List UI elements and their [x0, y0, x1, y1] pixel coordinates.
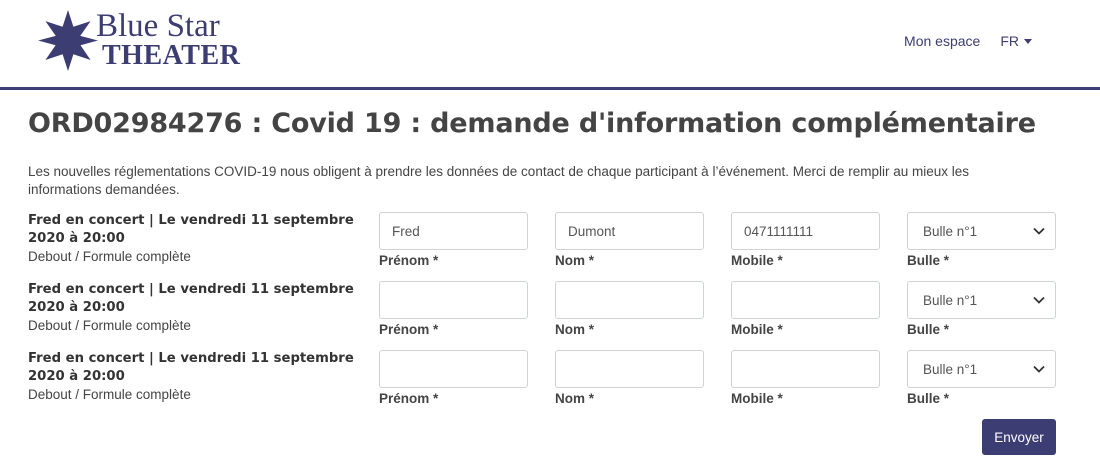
last-name-group: Nom *	[555, 212, 704, 269]
last-name-input[interactable]	[555, 350, 704, 388]
event-info: Fred en concert | Le vendredi 11 septemb…	[28, 281, 358, 335]
participant-row: Fred en concert | Le vendredi 11 septemb…	[0, 350, 1100, 420]
bubble-label: Bulle *	[907, 322, 950, 337]
bubble-select[interactable]: Bulle n°1	[907, 350, 1056, 388]
language-dropdown[interactable]: FR	[1000, 33, 1032, 49]
mobile-group: Mobile *	[731, 350, 880, 407]
last-name-input[interactable]	[555, 212, 704, 250]
site-header: Blue Star THEATER Mon espace FR	[0, 0, 1100, 90]
participant-row: Fred en concert | Le vendredi 11 septemb…	[0, 281, 1100, 351]
mobile-group: Mobile *	[731, 212, 880, 269]
bubble-select[interactable]: Bulle n°1	[907, 281, 1056, 319]
event-formula: Debout / Formule complète	[28, 249, 191, 264]
language-label: FR	[1000, 33, 1019, 49]
event-info: Fred en concert | Le vendredi 11 septemb…	[28, 212, 358, 266]
intro-text: Les nouvelles réglementations COVID-19 n…	[28, 164, 970, 197]
last-name-label: Nom *	[555, 391, 595, 406]
bubble-selected-value: Bulle n°1	[923, 292, 978, 308]
blue-star-theater-logo[interactable]: Blue Star THEATER	[38, 8, 253, 76]
first-name-label: Prénom *	[379, 391, 439, 406]
mobile-label: Mobile *	[731, 391, 783, 406]
chevron-down-icon	[1033, 365, 1045, 373]
mobile-input[interactable]	[731, 212, 880, 250]
chevron-down-icon	[1033, 227, 1045, 235]
last-name-group: Nom *	[555, 350, 704, 407]
bubble-label: Bulle *	[907, 391, 950, 406]
event-info: Fred en concert | Le vendredi 11 septemb…	[28, 350, 358, 404]
top-nav: Mon espace FR	[904, 33, 1032, 49]
my-space-link[interactable]: Mon espace	[904, 33, 980, 49]
chevron-down-icon	[1033, 296, 1045, 304]
mobile-label: Mobile *	[731, 322, 783, 337]
first-name-label: Prénom *	[379, 253, 439, 268]
bubble-label: Bulle *	[907, 253, 950, 268]
last-name-group: Nom *	[555, 281, 704, 338]
first-name-input[interactable]	[379, 350, 528, 388]
bubble-selected-value: Bulle n°1	[923, 361, 978, 377]
page-title: ORD02984276 : Covid 19 : demande d'infor…	[28, 108, 1036, 139]
first-name-group: Prénom *	[379, 281, 528, 338]
event-name: Fred en concert | Le vendredi 11 septemb…	[28, 282, 354, 315]
last-name-input[interactable]	[555, 281, 704, 319]
bubble-group: Bulle n°1 Bulle *	[907, 212, 1056, 269]
first-name-input[interactable]	[379, 281, 528, 319]
last-name-label: Nom *	[555, 322, 595, 337]
mobile-group: Mobile *	[731, 281, 880, 338]
caret-down-icon	[1024, 38, 1032, 44]
event-name: Fred en concert | Le vendredi 11 septemb…	[28, 351, 354, 384]
participant-row: Fred en concert | Le vendredi 11 septemb…	[0, 212, 1100, 282]
first-name-group: Prénom *	[379, 350, 528, 407]
mobile-input[interactable]	[731, 281, 880, 319]
bubble-group: Bulle n°1 Bulle *	[907, 350, 1056, 407]
mobile-input[interactable]	[731, 350, 880, 388]
mobile-label: Mobile *	[731, 253, 783, 268]
event-formula: Debout / Formule complète	[28, 387, 191, 402]
event-name: Fred en concert | Le vendredi 11 septemb…	[28, 213, 354, 246]
event-formula: Debout / Formule complète	[28, 318, 191, 333]
submit-button[interactable]: Envoyer	[982, 419, 1056, 455]
bubble-group: Bulle n°1 Bulle *	[907, 281, 1056, 338]
first-name-input[interactable]	[379, 212, 528, 250]
bubble-selected-value: Bulle n°1	[923, 223, 978, 239]
last-name-label: Nom *	[555, 253, 595, 268]
bubble-select[interactable]: Bulle n°1	[907, 212, 1056, 250]
first-name-group: Prénom *	[379, 212, 528, 269]
first-name-label: Prénom *	[379, 322, 439, 337]
brand-subtitle: THEATER	[102, 40, 241, 71]
brand-name: Blue Star	[96, 8, 220, 44]
